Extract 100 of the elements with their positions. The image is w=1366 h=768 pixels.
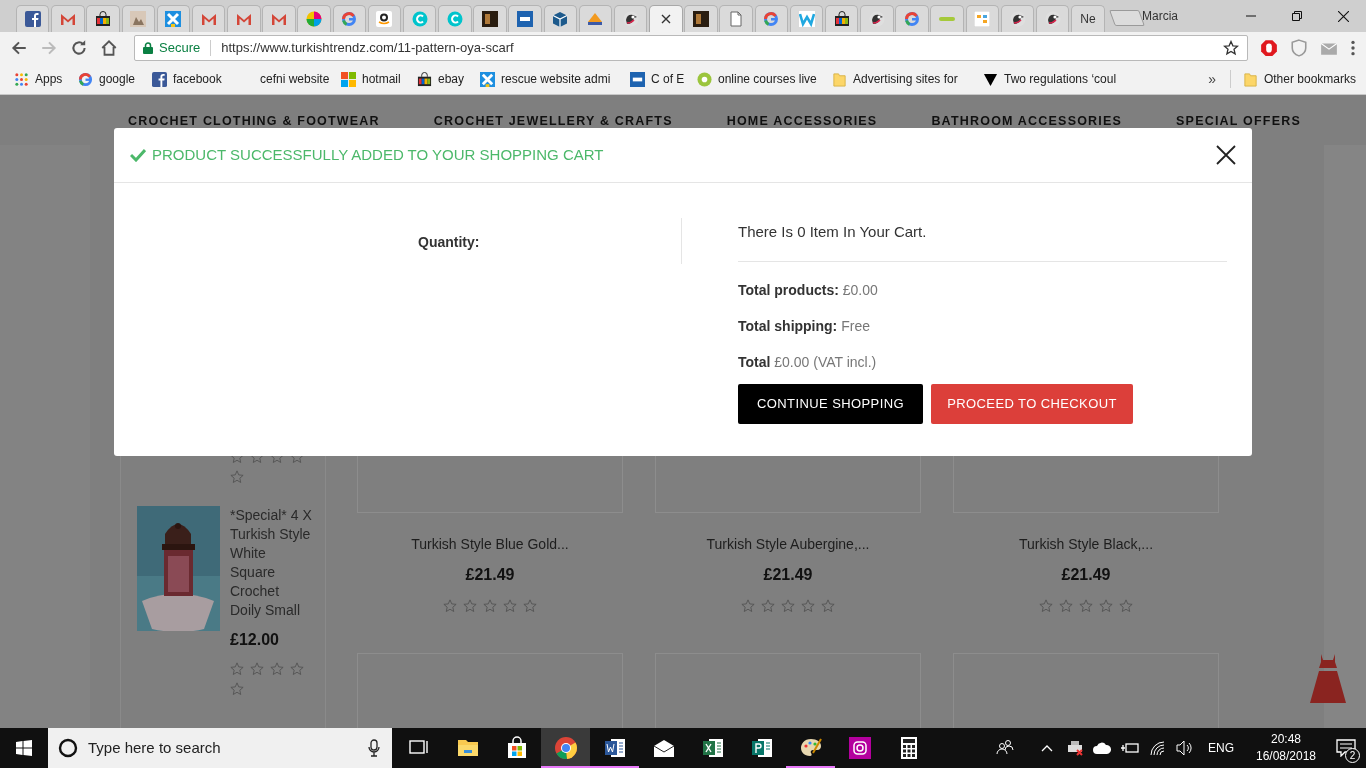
nav-link[interactable]: HOME ACCESSORIES	[726, 112, 878, 131]
bookmark[interactable]: online courses live	[697, 67, 832, 91]
address-bar[interactable]: Secure https://www.turkishtrendz.com/11-pattern-oya-scarf	[134, 35, 1248, 61]
bookmark[interactable]: Apps	[14, 67, 78, 91]
ring-icon	[904, 11, 921, 27]
circle-icon	[446, 11, 463, 27]
check-icon	[130, 148, 146, 162]
product-price: £21.49	[763, 565, 813, 585]
stop-sign-icon[interactable]	[1260, 39, 1278, 57]
tab[interactable]	[508, 5, 542, 32]
url-text: https://www.turkishtrendz.com/11-pattern-oya-scarf	[221, 39, 514, 58]
product-title[interactable]: *Special* 4 X Turkish Style White Square Crochet Doily Small	[230, 506, 312, 620]
square-logo-icon	[630, 71, 645, 87]
cart-total-line: Total shipping: Free	[738, 316, 871, 336]
tab[interactable]	[860, 5, 894, 32]
tab[interactable]: Ne	[1071, 5, 1105, 32]
notification-icon[interactable]	[1336, 739, 1356, 757]
cross-icon	[480, 71, 495, 87]
box-icon	[552, 11, 569, 27]
windows-icon	[341, 71, 356, 87]
document-icon	[749, 736, 774, 760]
folder-icon	[832, 71, 847, 87]
bookmark[interactable]: rescue website admi	[480, 67, 630, 91]
bookmark[interactable]: Advertising sites for	[832, 67, 983, 91]
bookmark[interactable]: google	[78, 67, 152, 91]
bookmark[interactable]: Other bookmarks	[1242, 70, 1356, 88]
shield-icon[interactable]	[1290, 39, 1308, 57]
square-logo-icon	[152, 71, 167, 87]
profile-name[interactable]: Marcia	[1142, 7, 1178, 25]
tab[interactable]	[684, 5, 718, 32]
product-title[interactable]: Turkish Style Blue Gold...	[411, 534, 569, 555]
triangle-icon	[983, 71, 998, 87]
language-indicator[interactable]: ENG	[1208, 739, 1234, 757]
bookmark[interactable]: Two regulations ‘coul	[983, 67, 1133, 91]
bookmark[interactable]: facebook	[152, 67, 242, 91]
tab[interactable]	[16, 5, 50, 32]
close-icon[interactable]	[660, 14, 671, 24]
tab[interactable]	[1036, 5, 1070, 32]
search-field[interactable]: Type here to search	[48, 728, 392, 768]
nav-link[interactable]: SPECIAL OFFERS	[1176, 112, 1301, 131]
bookmark-star-icon[interactable]	[1223, 40, 1239, 56]
triangle-icon	[587, 11, 604, 27]
continue-shopping-button[interactable]: CONTINUE SHOPPING	[738, 383, 923, 424]
clock-date[interactable]: 16/08/2018	[1255, 748, 1317, 765]
square-logo-icon	[24, 11, 41, 27]
product-title[interactable]: Turkish Style Aubergine,...	[706, 534, 870, 555]
shopping-bag-icon	[95, 11, 112, 27]
cloud-icon[interactable]	[1093, 742, 1111, 754]
bookmark[interactable]: ebay	[417, 67, 480, 91]
tab[interactable]	[824, 5, 859, 32]
product-price: £21.49	[1061, 565, 1111, 585]
folder-icon	[1242, 71, 1258, 87]
shopping-bag-icon	[833, 11, 850, 27]
battery-icon[interactable]	[1120, 741, 1140, 755]
new-tab-button[interactable]	[1109, 10, 1145, 26]
cart-total-line: Total products: £0.00	[738, 280, 879, 300]
circle-icon	[411, 11, 428, 27]
printer-icon[interactable]	[1066, 740, 1084, 756]
tab[interactable]	[86, 5, 120, 32]
taskbar-button[interactable]	[541, 728, 590, 768]
dress-icon[interactable]	[1310, 654, 1346, 703]
nav-link[interactable]: CROCHET JEWELLERY & CRAFTS	[433, 112, 673, 131]
m-shape-icon	[200, 11, 217, 27]
more-bookmarks-button[interactable]: »	[1208, 68, 1216, 90]
tab[interactable]	[473, 5, 507, 32]
page-icon	[728, 11, 745, 27]
modal-title: PRODUCT SUCCESSFULLY ADDED TO YOUR SHOPPING CART	[152, 144, 604, 165]
menu-icon[interactable]	[1350, 39, 1356, 57]
tab[interactable]	[613, 5, 648, 32]
ring-icon	[341, 11, 358, 27]
close-icon[interactable]	[1337, 10, 1349, 22]
checkout-button[interactable]: PROCEED TO CHECKOUT	[931, 383, 1133, 424]
close-icon[interactable]	[1216, 145, 1236, 165]
bookmark[interactable]: cefni website	[242, 67, 341, 91]
square-icon	[693, 11, 709, 27]
product-title[interactable]: Turkish Style Black,...	[1018, 534, 1154, 555]
cortana-icon	[58, 738, 78, 758]
back-icon[interactable]	[10, 39, 28, 57]
tab[interactable]	[367, 5, 402, 32]
square-logo-icon	[974, 11, 991, 27]
home-icon[interactable]	[100, 39, 118, 57]
people-icon[interactable]	[996, 739, 1014, 757]
bookmark[interactable]: C of E	[630, 67, 697, 91]
microphone-icon[interactable]	[368, 739, 380, 757]
square-icon	[481, 11, 498, 27]
apps-icon	[14, 71, 29, 87]
m-shape-icon	[235, 11, 252, 27]
wifi-icon[interactable]	[1149, 740, 1167, 756]
bookmark[interactable]: hotmail	[341, 67, 417, 91]
quantity-label: Quantity:	[418, 234, 480, 250]
clock-time[interactable]: 20:48	[1271, 731, 1301, 748]
restore-icon[interactable]	[1292, 11, 1302, 21]
tab[interactable]	[1000, 5, 1035, 32]
reload-icon[interactable]	[70, 39, 88, 57]
cart-count: There Is 0 Item In Your Cart.	[738, 222, 928, 242]
speaker-icon[interactable]	[1176, 740, 1194, 756]
nav-link[interactable]: BATHROOM ACCESSORIES	[931, 112, 1123, 131]
smile-icon	[376, 11, 393, 27]
nav-link[interactable]: CROCHET CLOTHING & FOOTWEAR	[128, 112, 380, 131]
windows-start-icon[interactable]	[16, 740, 32, 756]
